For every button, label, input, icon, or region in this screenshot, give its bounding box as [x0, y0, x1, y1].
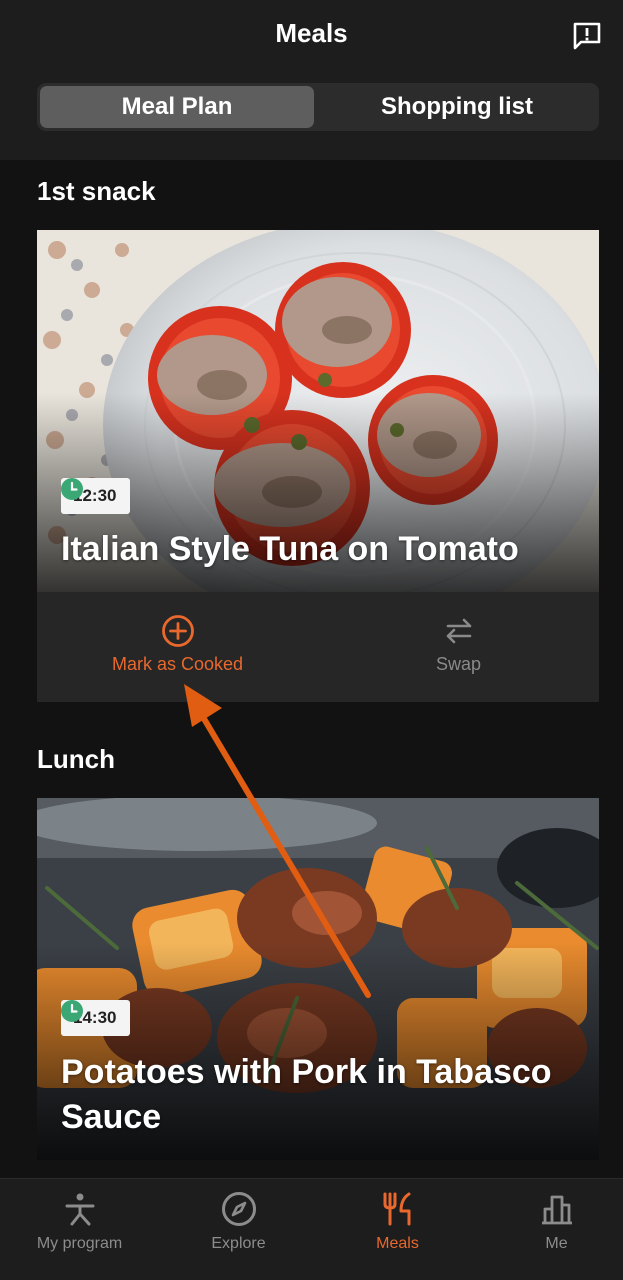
bar-chart-icon: [542, 1195, 572, 1225]
swap-button[interactable]: Swap: [318, 592, 599, 702]
mark-as-cooked-label: Mark as Cooked: [111, 654, 244, 674]
tab-label: Meals: [376, 1235, 419, 1252]
clock-icon: [61, 478, 83, 500]
section-title-1st-snack: 1st snack: [37, 176, 156, 206]
compass-icon: [222, 1192, 256, 1226]
swap-label: Swap: [435, 654, 482, 674]
tab-explore[interactable]: Explore: [161, 1179, 316, 1279]
swap-icon: [446, 618, 472, 644]
tab-label: Explore: [211, 1235, 266, 1252]
tab-meals[interactable]: Meals: [320, 1179, 475, 1279]
section-title-lunch: Lunch: [37, 744, 115, 774]
tab-me[interactable]: Me: [479, 1179, 623, 1279]
tab-label: My program: [36, 1235, 123, 1252]
meal-plan-segmented-control: Meal Plan Shopping list: [37, 83, 599, 131]
meal-card-image-pork[interactable]: 14:30 Potatoes with Pork in Tabasco Sauc…: [37, 798, 599, 1160]
stretch-figure-icon: [65, 1193, 95, 1226]
tab-my-program[interactable]: My program: [2, 1179, 157, 1279]
page-title: Meals: [275, 18, 348, 48]
meal-title: Italian Style Tuna on Tomato: [61, 530, 519, 568]
fork-knife-icon: [383, 1192, 411, 1226]
time-badge: 14:30: [61, 1000, 131, 1036]
mark-as-cooked-button[interactable]: Mark as Cooked: [37, 592, 318, 702]
bottom-tab-bar: My program Explore Meals Me: [0, 1178, 623, 1280]
tab-label: Me: [545, 1235, 568, 1252]
tab-shopping-list[interactable]: Shopping list: [318, 86, 596, 128]
plus-circle-icon: [162, 615, 194, 647]
clock-icon: [61, 1000, 83, 1022]
meal-actions: Mark as Cooked Swap: [37, 592, 599, 702]
tab-meal-plan[interactable]: Meal Plan: [40, 86, 314, 128]
time-badge: 12:30: [61, 478, 131, 514]
meal-title: Potatoes with Pork in Tabasco Sauce: [61, 1053, 552, 1136]
meal-card-image-tuna[interactable]: 12:30 Italian Style Tuna on Tomato: [37, 230, 599, 592]
feedback-icon[interactable]: [571, 20, 603, 52]
